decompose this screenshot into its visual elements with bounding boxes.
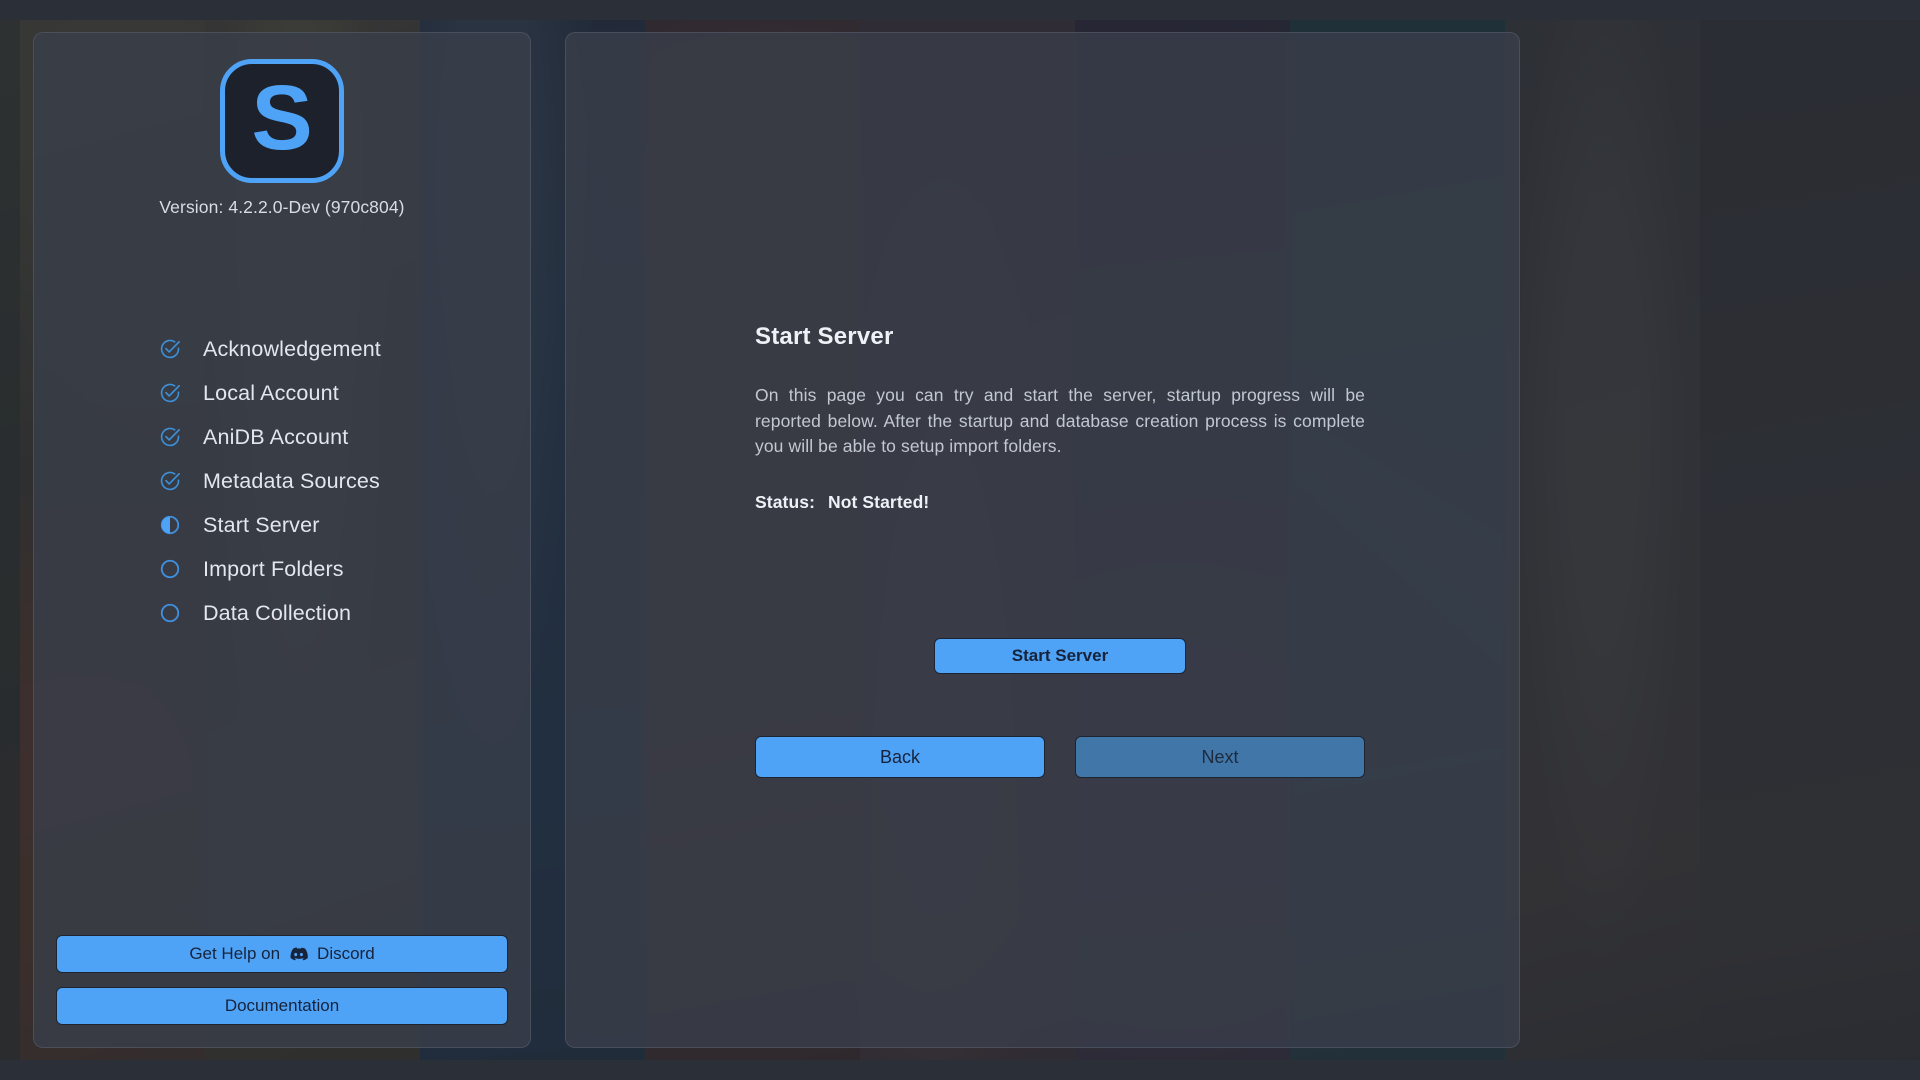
sidebar-step-label: Acknowledgement <box>203 336 381 361</box>
sidebar-step-label: Import Folders <box>203 556 344 581</box>
sidebar-step-metadata-sources[interactable]: Metadata Sources <box>159 459 381 503</box>
half-filled-circle-icon <box>159 514 181 536</box>
get-help-on-discord-button[interactable]: Get Help on Discord <box>56 935 508 973</box>
discord-icon <box>289 946 308 962</box>
background-top-strip <box>0 0 1920 20</box>
empty-circle-icon <box>159 602 181 624</box>
documentation-button[interactable]: Documentation <box>56 987 508 1025</box>
sidebar-step-data-collection[interactable]: Data Collection <box>159 591 381 635</box>
wizard-navigation: Back Next <box>755 736 1365 778</box>
status-value: Not Started! <box>827 492 930 513</box>
background-column <box>1505 20 1700 1060</box>
sidebar-step-label: AniDB Account <box>203 424 349 449</box>
check-circle-icon <box>159 470 181 492</box>
sidebar-step-label: Metadata Sources <box>203 468 380 493</box>
background-bottom-strip <box>0 1060 1920 1080</box>
background-column <box>0 20 20 1060</box>
back-button[interactable]: Back <box>755 736 1045 778</box>
start-server-button[interactable]: Start Server <box>934 638 1186 674</box>
sidebar-step-import-folders[interactable]: Import Folders <box>159 547 381 591</box>
sidebar-step-label: Data Collection <box>203 600 352 625</box>
status-label: Status: <box>755 492 816 513</box>
page-description: On this page you can try and start the s… <box>755 385 1365 457</box>
page-title: Start Server <box>755 323 894 350</box>
main-panel: Start Server On this page you can try an… <box>565 32 1520 1048</box>
sidebar-panel: S Version: 4.2.2.0-Dev (970c804) Acknowl… <box>33 32 531 1048</box>
sidebar-step-start-server[interactable]: Start Server <box>159 503 381 547</box>
logo-block: S Version: 4.2.2.0-Dev (970c804) <box>34 59 530 218</box>
sidebar-step-label: Local Account <box>203 380 339 405</box>
main-content: Start Server On this page you can try an… <box>755 323 1365 513</box>
help-button-prefix: Get Help on <box>189 944 281 963</box>
status-line: Status: Not Started! <box>755 492 1365 513</box>
next-button[interactable]: Next <box>1075 736 1365 778</box>
setup-steps-list: Acknowledgement Local Account AniDB Acco… <box>159 327 381 635</box>
version-label: Version: 4.2.2.0-Dev (970c804) <box>159 197 405 217</box>
check-circle-icon <box>159 338 181 360</box>
sidebar-step-anidb-account[interactable]: AniDB Account <box>159 415 381 459</box>
check-circle-icon <box>159 382 181 404</box>
sidebar-step-local-account[interactable]: Local Account <box>159 371 381 415</box>
start-server-row: Start Server <box>755 638 1365 674</box>
sidebar-step-label: Start Server <box>203 512 320 537</box>
background-column <box>1700 20 1920 1060</box>
sidebar-step-acknowledgement[interactable]: Acknowledgement <box>159 327 381 371</box>
help-button-suffix: Discord <box>317 944 375 963</box>
check-circle-icon <box>159 426 181 448</box>
empty-circle-icon <box>159 558 181 580</box>
sidebar-actions: Get Help on Discord Documentation <box>56 935 508 1025</box>
wizard-window: S Version: 4.2.2.0-Dev (970c804) Acknowl… <box>0 0 1920 1080</box>
app-logo-icon: S <box>220 59 344 183</box>
